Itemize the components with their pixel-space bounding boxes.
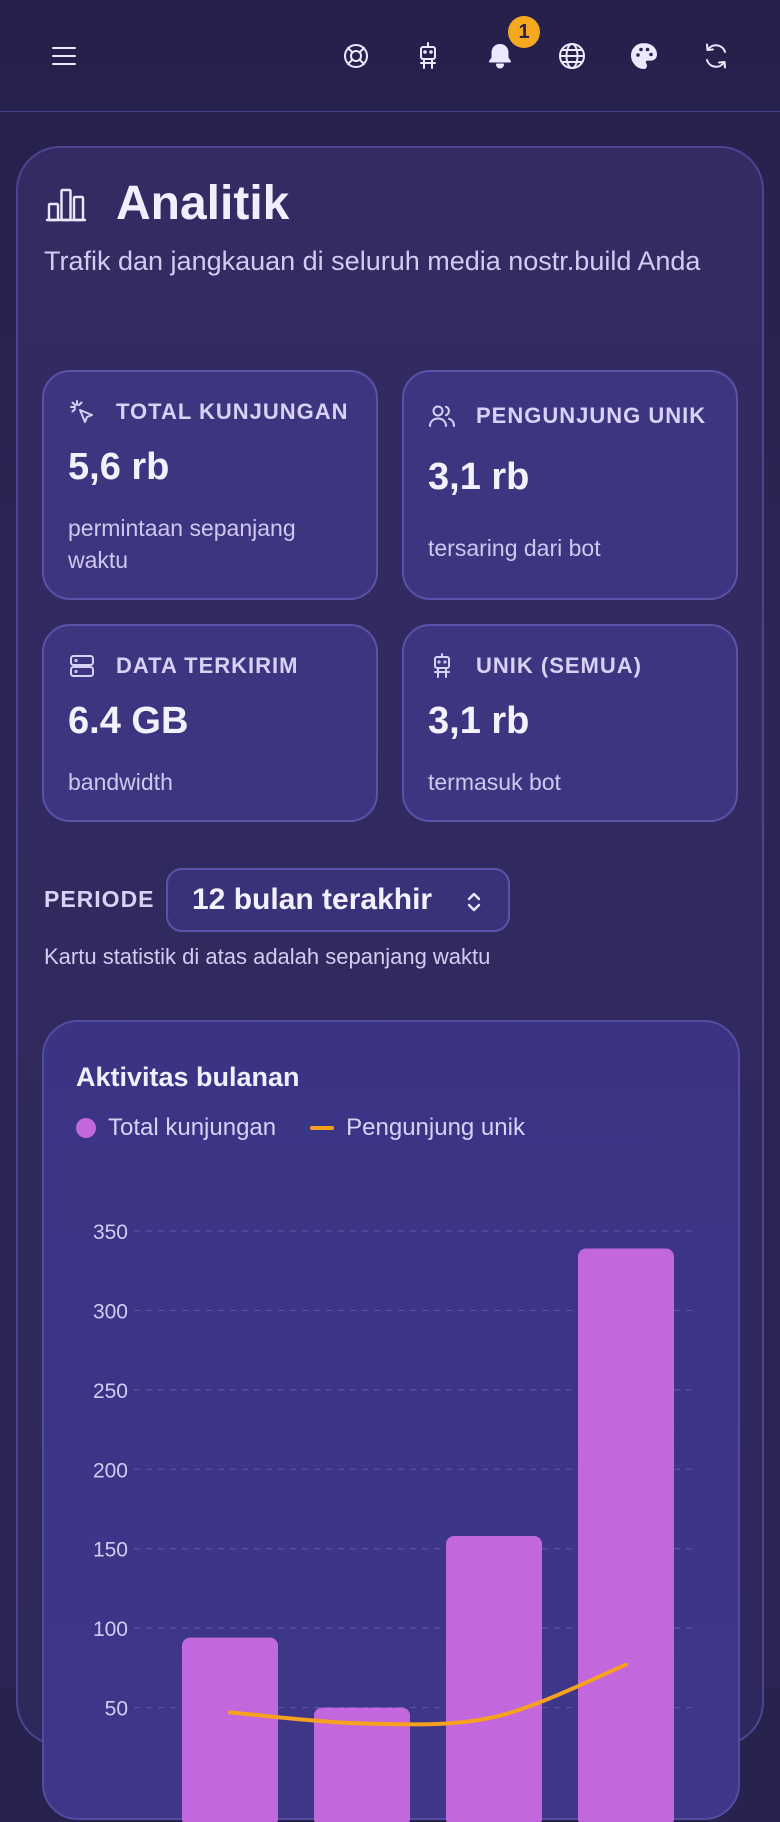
period-select[interactable]: 12 bulan terakhir (166, 868, 510, 932)
stat-value: 3,1 rb (428, 700, 530, 742)
monthly-activity-chart: Aktivitas bulanan Total kunjungan Pengun… (42, 1020, 740, 1822)
stat-card-unique-all: UNIK (SEMUA) 3,1 rb termasuk bot (402, 624, 738, 822)
stat-label: UNIK (SEMUA) (476, 653, 642, 678)
y-tick-label: 150 (93, 1539, 128, 1562)
refresh-icon[interactable] (694, 34, 738, 78)
stat-card-total-visits: TOTAL KUNJUNGAN 5,6 rb permintaan sepanj… (42, 370, 378, 600)
users-icon (429, 405, 455, 427)
lifebuoy-icon[interactable] (334, 34, 378, 78)
bar (578, 1248, 674, 1822)
stat-card-data-sent: DATA TERKIRIM 6.4 GB bandwidth (42, 624, 378, 822)
y-tick-label: 300 (93, 1300, 128, 1323)
y-tick-label: 350 (93, 1221, 128, 1244)
palette-icon[interactable] (622, 34, 666, 78)
bar (182, 1637, 278, 1822)
stat-note: tersaring dari bot (428, 535, 601, 561)
stat-card-unique-visitors: PENGUNJUNG UNIK 3,1 rb tersaring dari bo… (402, 370, 738, 600)
stat-label: TOTAL KUNJUNGAN (116, 399, 349, 424)
y-tick-label: 50 (105, 1698, 128, 1721)
top-bar: 1 (0, 0, 780, 112)
stat-label: PENGUNJUNG UNIK (476, 403, 707, 428)
notification-badge: 1 (508, 16, 540, 48)
chart-plot: 350 300 250 200 150 100 50 (93, 1221, 692, 1822)
stat-label: DATA TERKIRIM (116, 653, 299, 678)
stat-note: termasuk bot (428, 769, 561, 795)
y-tick-label: 100 (93, 1618, 128, 1641)
page-title: Analitik (116, 177, 290, 230)
bar-chart-icon (45, 188, 87, 221)
page-subtitle: Trafik dan jangkauan di seluruh media no… (44, 246, 701, 276)
bar (446, 1536, 542, 1822)
analytics-card: Analitik Trafik dan jangkauan di seluruh… (16, 146, 764, 1822)
stat-value: 3,1 rb (428, 456, 530, 498)
stat-value: 5,6 rb (68, 446, 170, 488)
y-tick-label: 250 (93, 1380, 128, 1403)
stat-note: permintaan sepanjang waktu (68, 515, 296, 573)
y-tick-label: 200 (93, 1459, 128, 1482)
title-row: Analitik (44, 176, 289, 231)
menu-icon[interactable] (42, 34, 86, 78)
period-label: PERIODE (44, 886, 155, 912)
server-icon (70, 655, 94, 677)
chevron-up-down-icon (467, 892, 481, 912)
cursor-click-icon (70, 400, 93, 423)
series-line (228, 1662, 628, 1727)
globe-icon[interactable] (550, 34, 594, 78)
stat-note: bandwidth (68, 769, 173, 795)
robot-icon[interactable] (406, 34, 450, 78)
stat-value: 6.4 GB (68, 700, 189, 742)
period-selected-value: 12 bulan terakhir (192, 883, 433, 916)
robot-icon (434, 653, 450, 678)
period-note: Kartu statistik di atas adalah sepanjang… (44, 944, 491, 969)
